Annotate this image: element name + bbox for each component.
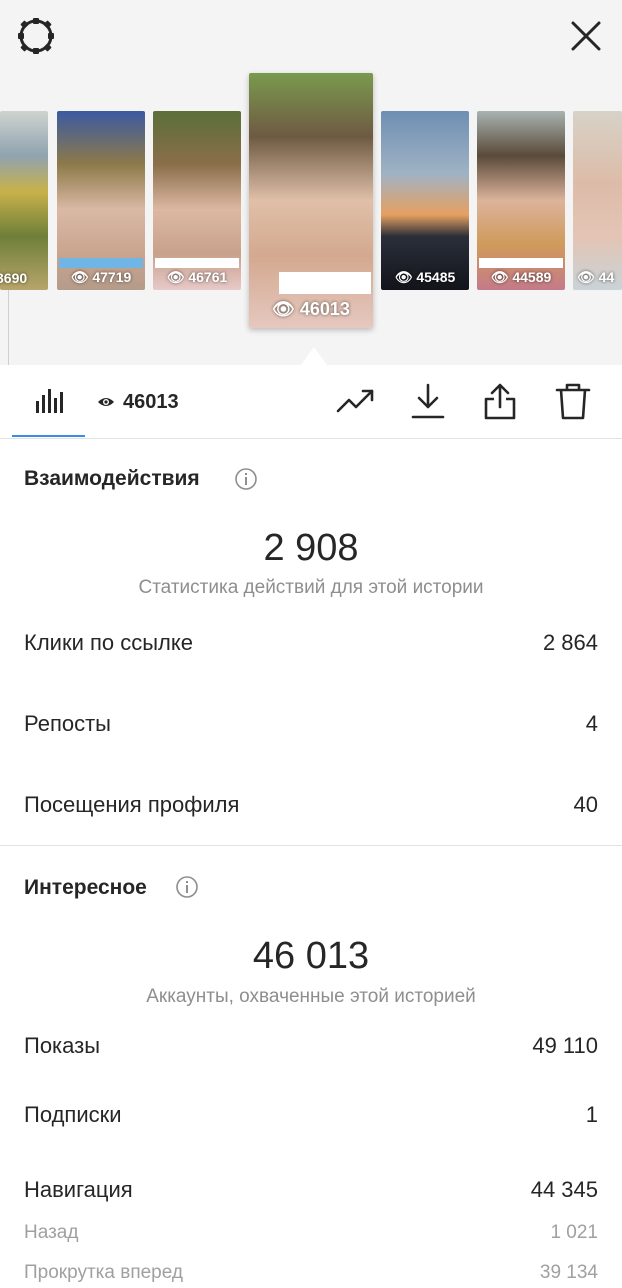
stat-value: 39 134 <box>539 1262 598 1283</box>
download-icon <box>411 383 445 419</box>
stat-row-sub: Назад 1 021 <box>24 1218 598 1248</box>
discovery-title: Интересное <box>24 876 147 899</box>
story-thumbnail[interactable]: 👁 46761 <box>153 111 241 290</box>
section-divider <box>0 845 622 846</box>
story-views: 👁 46761 <box>166 269 228 285</box>
discovery-subtitle: Аккаунты, охваченные этой историей <box>146 986 476 1007</box>
stat-value: 4 <box>585 711 598 736</box>
eye-icon: 👁 <box>577 269 599 285</box>
eye-icon: 👁 <box>166 269 189 285</box>
story-thumbnails: 3690 👁 47719 👁 46761 👁 46013 👁 45485 👁 4… <box>0 0 622 365</box>
stat-value: 2 864 <box>542 630 598 655</box>
tab-stats[interactable] <box>12 365 85 437</box>
info-icon[interactable] <box>235 468 257 490</box>
stat-value: 44 345 <box>530 1177 598 1202</box>
info-icon[interactable] <box>176 876 198 898</box>
stat-row: Показы 49 110 <box>24 1031 598 1061</box>
share-button[interactable] <box>478 379 522 423</box>
stat-label: Показы <box>24 1033 101 1058</box>
trending-icon <box>336 389 374 413</box>
trending-button[interactable] <box>334 379 378 423</box>
stat-value: 49 110 <box>532 1033 598 1058</box>
stat-label: Прокрутка вперед <box>24 1262 183 1283</box>
story-views: 👁 44 <box>577 269 615 285</box>
eye-icon: 👁 <box>272 299 300 319</box>
stat-value: 1 <box>585 1102 598 1127</box>
stat-value: 40 <box>573 792 598 817</box>
stat-row: Подписки 1 <box>24 1100 598 1130</box>
eye-icon: 👁 <box>70 269 93 285</box>
eye-icon <box>98 398 114 406</box>
eye-icon: 👁 <box>490 269 513 285</box>
stat-row: Навигация 44 345 <box>24 1175 598 1205</box>
bar-chart-icon <box>36 389 63 413</box>
story-views: 👁 44589 <box>490 269 552 285</box>
stat-row-sub: Прокрутка вперед 39 134 <box>24 1258 598 1288</box>
interactions-title: Взаимодействия <box>24 467 200 490</box>
stat-label: Назад <box>24 1222 79 1243</box>
stat-row: Репосты 4 <box>24 709 598 739</box>
discovery-total: 46 013 <box>252 935 370 977</box>
share-icon <box>484 383 516 420</box>
views-count: 46013 <box>97 387 179 417</box>
story-caption-bar <box>479 258 563 268</box>
story-thumbnail[interactable]: 3690 <box>0 111 48 290</box>
story-thumbnail-selected[interactable]: 👁 46013 <box>249 73 373 328</box>
story-strip-area: 3690 👁 47719 👁 46761 👁 46013 👁 45485 👁 4… <box>0 0 622 365</box>
stat-value: 1 021 <box>550 1222 598 1243</box>
story-caption-bar <box>155 258 239 268</box>
story-views: 👁 45485 <box>394 269 456 285</box>
stats-toolbar: 46013 <box>0 365 622 439</box>
stat-label: Репосты <box>24 711 111 736</box>
stat-row: Посещения профиля 40 <box>24 790 598 820</box>
eye-icon: 👁 <box>394 269 417 285</box>
selection-pointer <box>301 347 327 365</box>
story-caption-bar <box>59 258 143 268</box>
views-count-value: 46013 <box>123 390 179 413</box>
story-views: 👁 47719 <box>70 269 132 285</box>
story-views: 3690 <box>0 270 28 286</box>
story-thumbnail[interactable]: 👁 44589 <box>477 111 565 290</box>
stat-label: Подписки <box>24 1102 122 1127</box>
interactions-total: 2 908 <box>263 527 359 569</box>
interactions-subtitle: Статистика действий для этой истории <box>138 577 484 598</box>
stat-label: Клики по ссылке <box>24 630 193 655</box>
delete-button[interactable] <box>551 379 595 423</box>
story-thumbnail[interactable]: 👁 47719 <box>57 111 145 290</box>
story-thumbnail[interactable]: 👁 45485 <box>381 111 469 290</box>
story-caption-bar <box>279 272 371 294</box>
story-thumbnail[interactable]: 👁 44 <box>573 111 622 290</box>
stat-label: Навигация <box>24 1177 133 1202</box>
download-button[interactable] <box>406 379 450 423</box>
stat-label: Посещения профиля <box>24 792 240 817</box>
trash-icon <box>555 383 591 420</box>
stat-row: Клики по ссылке 2 864 <box>24 628 598 658</box>
story-views: 👁 46013 <box>272 299 350 319</box>
